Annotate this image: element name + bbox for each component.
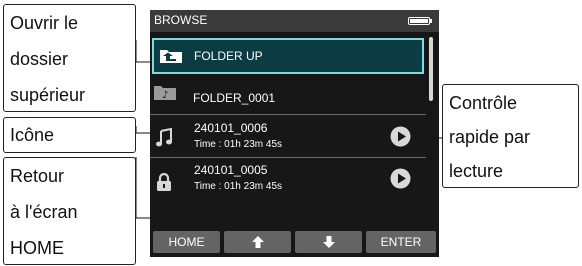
play-icon[interactable] bbox=[390, 126, 411, 147]
up-arrow-icon bbox=[251, 236, 264, 248]
home-button[interactable]: HOME bbox=[153, 231, 220, 253]
item-label: 240101_0006 bbox=[194, 121, 268, 135]
svg-text:♪: ♪ bbox=[162, 90, 168, 101]
callout-line: rapide par bbox=[449, 127, 531, 147]
folder-icon: ♪ bbox=[154, 86, 176, 101]
list-item-file[interactable]: 240101_0006 Time : 01h 23m 45s bbox=[150, 115, 426, 157]
enter-button[interactable]: ENTER bbox=[366, 231, 436, 253]
title-bar: BROWSE bbox=[150, 10, 439, 32]
browse-screen: BROWSE FOLDER UP FOLDER_0001 ♪ 240101_00… bbox=[150, 10, 439, 257]
item-label: 240101_0005 bbox=[194, 163, 268, 177]
screen-title: BROWSE bbox=[154, 13, 208, 27]
music-note-icon bbox=[156, 128, 172, 147]
callout-line: dossier bbox=[10, 49, 69, 69]
callout-line: lecture bbox=[449, 161, 504, 181]
callout-line: Retour bbox=[10, 166, 65, 186]
item-label: FOLDER_0001 bbox=[193, 91, 276, 105]
callout-line: HOME bbox=[10, 238, 64, 258]
down-button[interactable] bbox=[295, 231, 362, 253]
callout-icon: Icône bbox=[3, 117, 136, 153]
callout-home: Retour à l'écran HOME bbox=[3, 157, 136, 265]
down-arrow-icon bbox=[322, 236, 335, 248]
item-duration: Time : 01h 23m 45s bbox=[194, 181, 283, 192]
item-duration: Time : 01h 23m 45s bbox=[194, 139, 283, 150]
play-icon[interactable] bbox=[390, 168, 411, 189]
callout-line: Icône bbox=[10, 125, 55, 145]
lock-icon bbox=[157, 172, 171, 191]
scrollbar[interactable] bbox=[429, 37, 433, 101]
battery-icon bbox=[408, 17, 432, 25]
callout-line: Ouvrir le bbox=[10, 13, 79, 33]
callout-line: à l'écran bbox=[10, 202, 78, 222]
list-item-folder[interactable]: FOLDER_0001 bbox=[150, 74, 426, 114]
list-item-folder-up[interactable]: FOLDER UP bbox=[152, 38, 424, 74]
callout-line: Contrôle bbox=[449, 93, 518, 113]
item-label: FOLDER UP bbox=[194, 49, 263, 63]
list-item-file[interactable]: 240101_0005 Time : 01h 23m 45s bbox=[150, 158, 426, 200]
callout-quick-play: Contrôle rapide par lecture bbox=[442, 84, 579, 188]
callout-folder-up: Ouvrir le dossier supérieur bbox=[3, 4, 136, 112]
folder-up-icon bbox=[160, 50, 182, 63]
callout-line: supérieur bbox=[10, 85, 86, 105]
up-button[interactable] bbox=[224, 231, 291, 253]
